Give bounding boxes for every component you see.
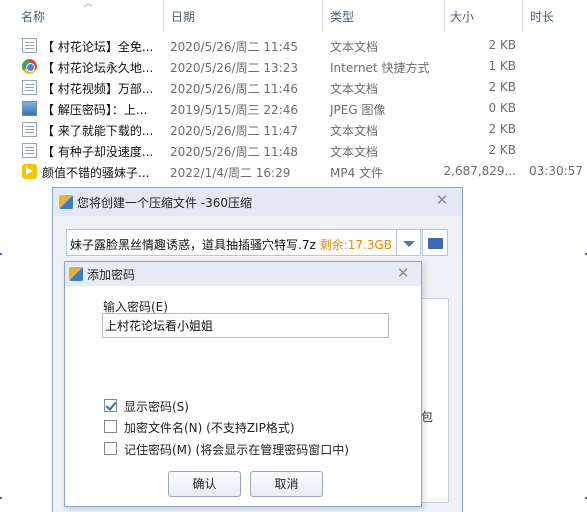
- add-password-dialog: 添加密码 ✕ 输入密码(E) 显示密码(S) 加密文件名(N) (不支持ZIP格…: [64, 261, 422, 507]
- show-password-checkbox[interactable]: 显示密码(S): [104, 397, 404, 415]
- file-type: JPEG 图像: [330, 103, 386, 117]
- compress-app-icon: [69, 267, 83, 281]
- file-row[interactable]: 【 村花论坛永久地... 2020/5/26/周二 13:23 Internet…: [0, 56, 587, 77]
- file-row[interactable]: 颜值不错的骚妹子... 2022/1/4/周二 16:29 MP4 文件 2,6…: [0, 161, 587, 182]
- file-size: 2,687,829...: [443, 164, 516, 178]
- close-icon[interactable]: ✕: [434, 192, 450, 208]
- text-file-icon: [22, 80, 37, 95]
- column-divider[interactable]: [522, 0, 523, 33]
- column-header-name[interactable]: 名称: [21, 8, 45, 25]
- file-size: 2 KB: [488, 38, 516, 52]
- file-date: 2020/5/26/周二 11:45: [170, 40, 298, 54]
- close-icon[interactable]: ✕: [395, 265, 411, 281]
- archive-path-field[interactable]: 妹子露脸黑丝情趣诱惑，道具抽插骚穴特写.7z 剩余:17.3GB: [66, 229, 397, 256]
- compress-dialog-titlebar[interactable]: 您将创建一个压缩文件 -360压缩 ✕: [53, 188, 462, 216]
- file-row[interactable]: 【 解压密码】：上... 2019/5/15/周三 22:46 JPEG 图像 …: [0, 98, 587, 119]
- file-date: 2020/5/26/周二 11:46: [170, 82, 298, 96]
- file-type: 文本文档: [330, 124, 379, 138]
- password-dialog-title: 添加密码: [87, 268, 136, 282]
- text-file-icon: [22, 38, 37, 53]
- password-dialog-titlebar[interactable]: 添加密码 ✕: [65, 262, 421, 286]
- column-header-size[interactable]: 大小: [450, 8, 474, 25]
- file-name: 【 村花论坛】全免...: [42, 40, 154, 54]
- remember-password-label: 记住密码(M) (将会显示在管理密码窗口中): [124, 443, 349, 457]
- confirm-button[interactable]: 确认: [168, 471, 241, 497]
- file-type: 文本文档: [330, 40, 379, 54]
- internet-shortcut-icon: [22, 59, 37, 74]
- file-row[interactable]: 【 村花论坛】全免... 2020/5/26/周二 11:45 文本文档 2 K…: [0, 35, 587, 56]
- file-name: 颜值不错的骚妹子...: [42, 166, 150, 180]
- file-date: 2020/5/26/周二 11:48: [170, 145, 298, 159]
- folder-browse-icon[interactable]: [422, 229, 448, 256]
- checkbox-checked-icon[interactable]: [104, 399, 117, 412]
- file-date: 2020/5/26/周二 13:23: [170, 61, 298, 75]
- partial-option-text: 包: [421, 410, 434, 424]
- file-duration: 03:30:57: [529, 164, 583, 178]
- file-row[interactable]: 【 来了就能下载的... 2020/5/26/周二 11:47 文本文档 2 K…: [0, 119, 587, 140]
- file-date: 2020/5/26/周二 11:47: [170, 124, 298, 138]
- cancel-button[interactable]: 取消: [250, 471, 323, 497]
- column-header-date[interactable]: 日期: [171, 8, 195, 25]
- checkbox-unchecked-icon[interactable]: [104, 442, 117, 455]
- image-file-icon: [22, 101, 37, 116]
- compress-dialog-title: 您将创建一个压缩文件 -360压缩: [77, 196, 253, 210]
- column-divider[interactable]: [322, 0, 323, 33]
- file-date: 2019/5/15/周三 22:46: [170, 103, 298, 117]
- password-input[interactable]: [102, 313, 389, 338]
- text-file-icon: [22, 122, 37, 137]
- encrypt-filenames-label: 加密文件名(N) (不支持ZIP格式): [124, 421, 295, 435]
- archive-filename: 妹子露脸黑丝情趣诱惑，道具抽插骚穴特写.7z: [70, 238, 316, 252]
- file-type: 文本文档: [330, 82, 379, 96]
- checkbox-unchecked-icon[interactable]: [104, 420, 117, 433]
- file-name: 【 来了就能下载的...: [42, 124, 154, 138]
- text-file-icon: [22, 143, 37, 158]
- file-name: 【 有种子却没速度...: [42, 145, 154, 159]
- file-type: Internet 快捷方式: [330, 61, 430, 75]
- file-row[interactable]: 【 村花视频】万部... 2020/5/26/周二 11:46 文本文档 2 K…: [0, 77, 587, 98]
- free-space-label: 剩余:17.3GB: [319, 238, 392, 252]
- column-header-duration[interactable]: 时长: [530, 8, 554, 25]
- file-type: MP4 文件: [330, 166, 384, 180]
- file-name: 【 解压密码】：上...: [42, 103, 148, 117]
- window-edge-marker: [0, 497, 2, 499]
- remember-password-checkbox[interactable]: 记住密码(M) (将会显示在管理密码窗口中): [104, 440, 404, 458]
- file-type: 文本文档: [330, 145, 379, 159]
- file-size: 2 KB: [488, 80, 516, 94]
- file-size: 0 KB: [488, 101, 516, 115]
- column-divider[interactable]: [163, 0, 164, 33]
- file-size: 1 KB: [488, 59, 516, 73]
- file-row[interactable]: 【 有种子却没速度... 2020/5/26/周二 11:48 文本文档 2 K…: [0, 140, 587, 161]
- window-edge-marker: [0, 253, 2, 255]
- chevron-down-icon[interactable]: [397, 229, 421, 256]
- compress-app-icon: [59, 195, 73, 209]
- sort-ascending-icon: ︿: [84, 0, 94, 9]
- file-name: 【 村花论坛永久地...: [42, 61, 154, 75]
- column-header-bar: ︿ 名称 日期 类型 大小 时长: [0, 0, 587, 33]
- file-date: 2022/1/4/周二 16:29: [170, 166, 291, 180]
- file-size: 2 KB: [488, 122, 516, 136]
- column-divider[interactable]: [444, 0, 445, 33]
- file-size: 2 KB: [488, 143, 516, 157]
- video-file-icon: [22, 164, 37, 179]
- column-header-type[interactable]: 类型: [330, 8, 354, 25]
- file-name: 【 村花视频】万部...: [42, 82, 154, 96]
- encrypt-filenames-checkbox[interactable]: 加密文件名(N) (不支持ZIP格式): [104, 418, 404, 436]
- show-password-label: 显示密码(S): [124, 400, 189, 414]
